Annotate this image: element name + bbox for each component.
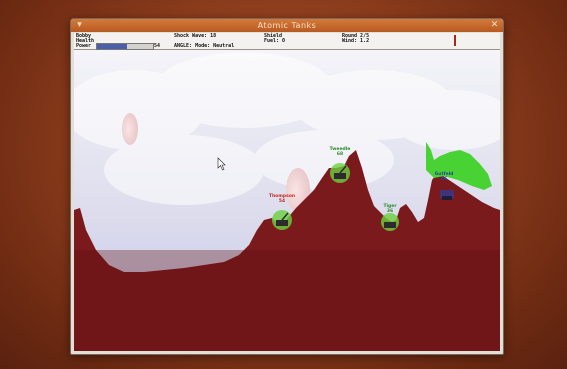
playfield[interactable]: Thompson 54 Tweedle 68 Tiger 36 Gutfeld …	[74, 50, 500, 351]
charge-label: Shock Wave: 18	[174, 33, 217, 39]
title-bar[interactable]: ▾ Atomic Tanks ✕	[71, 19, 503, 32]
terrain-shade	[74, 250, 500, 351]
wind-label: Wind: 1.2	[342, 38, 370, 44]
moon-left	[122, 113, 138, 145]
close-icon[interactable]: ✕	[489, 20, 500, 31]
status-panel: Bobby Shock Wave: 18 Shield Round 2/5 He…	[74, 33, 500, 50]
tank-tiger[interactable]: Tiger 36	[381, 203, 399, 231]
window-title: Atomic Tanks	[257, 21, 317, 30]
wind-indicator	[454, 35, 456, 46]
window-menu-icon[interactable]: ▾	[74, 20, 85, 31]
playfield-canvas[interactable]: Thompson 54 Tweedle 68 Tiger 36 Gutfeld …	[74, 50, 500, 351]
tank-value: 68	[337, 151, 343, 157]
game-window: ▾ Atomic Tanks ✕ Bobby Shock Wave: 18 Sh…	[70, 18, 504, 355]
tank-value: 46	[441, 176, 447, 182]
power-label: Power	[76, 43, 92, 49]
tank-value: 36	[387, 208, 393, 214]
power-bar-fill	[97, 44, 128, 49]
fuel-label: Fuel: 0	[264, 38, 286, 44]
power-value: 54	[154, 43, 161, 49]
power-bar[interactable]	[96, 43, 154, 50]
angle-label: ANGLE: Mode: Neutral	[174, 43, 235, 49]
tank-value: 54	[279, 198, 285, 204]
